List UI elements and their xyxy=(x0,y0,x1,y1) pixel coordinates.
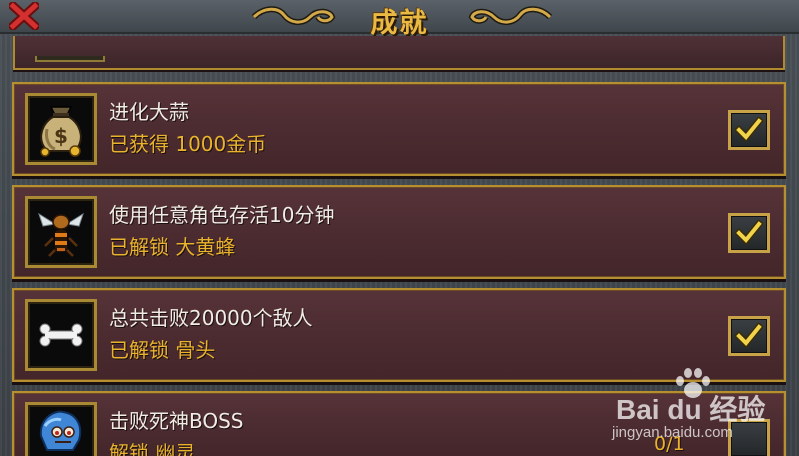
achievement-row: 使用任意角色存活10分钟 已解锁 大黄蜂 xyxy=(12,185,786,279)
achievement-row: 总共击败20000个敌人 已解锁 骨头 xyxy=(12,288,786,382)
achievement-icon-frame xyxy=(25,402,97,456)
ornament-right-icon xyxy=(468,6,553,25)
achievement-icon-frame xyxy=(25,299,97,371)
achievement-reward: 已获得 1000金币 xyxy=(109,132,267,156)
achievement-icon-frame: $ xyxy=(25,93,97,165)
icon-frame-partial xyxy=(35,56,105,62)
achievement-checkbox[interactable] xyxy=(728,213,770,253)
bone-icon xyxy=(39,323,83,347)
achievement-reward: 已解锁 大黄蜂 xyxy=(109,235,236,259)
achievement-row: $ 进化大蒜 已获得 1000金币 xyxy=(12,82,786,176)
achievement-checkbox[interactable] xyxy=(728,316,770,356)
page-title: 成就 xyxy=(370,8,429,39)
achievement-title: 使用任意角色存活10分钟 xyxy=(109,203,335,227)
checkmark-icon xyxy=(735,220,763,246)
svg-text:$: $ xyxy=(54,124,68,148)
achievement-checkbox[interactable] xyxy=(728,110,770,150)
money-bag-icon: $ xyxy=(40,106,82,157)
achievement-title: 总共击败20000个敌人 xyxy=(109,306,313,330)
ghost-icon xyxy=(39,410,82,451)
title-bar: 成就 xyxy=(0,0,799,39)
achievement-reward: 已解锁 骨头 xyxy=(109,338,216,362)
checkmark-icon xyxy=(735,323,763,349)
achievement-icon-frame xyxy=(25,196,97,268)
achievement-title: 击败死神BOSS xyxy=(109,409,244,433)
achievement-checkbox[interactable] xyxy=(728,419,770,456)
hornet-icon xyxy=(38,212,84,257)
list-item-partial xyxy=(13,36,785,70)
achievement-row: 击败死神BOSS 解锁 幽灵 0/1 xyxy=(12,391,786,456)
achievement-progress: 0/1 xyxy=(654,433,685,455)
achievement-title: 进化大蒜 xyxy=(109,100,189,124)
checkmark-icon xyxy=(735,117,763,143)
achievement-reward: 解锁 幽灵 xyxy=(109,441,196,456)
